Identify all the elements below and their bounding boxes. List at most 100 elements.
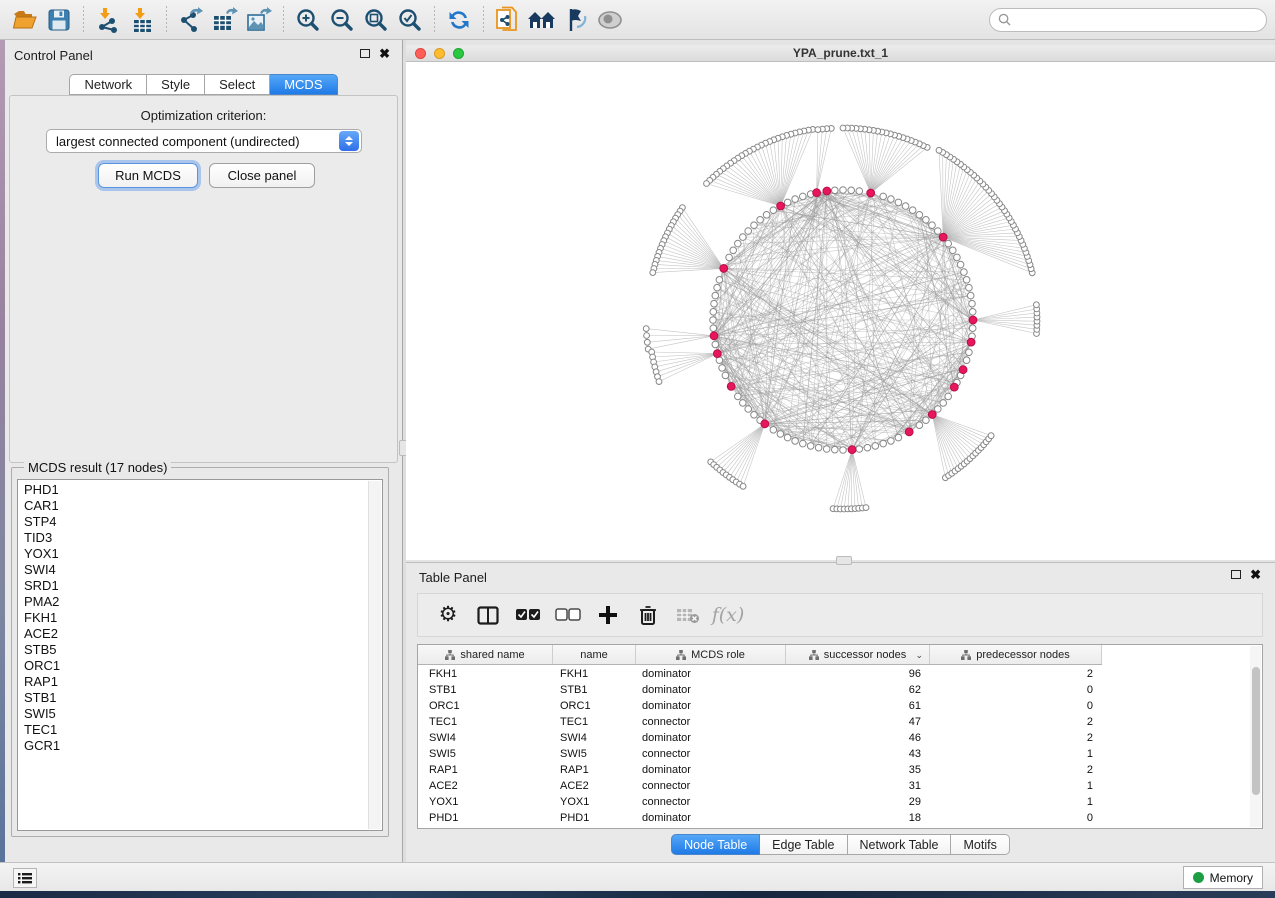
network-node[interactable] xyxy=(923,417,930,424)
network-node[interactable] xyxy=(1034,302,1040,308)
mcds-result-item[interactable]: PMA2 xyxy=(18,594,368,610)
mcds-result-item[interactable]: SWI4 xyxy=(18,562,368,578)
tab-network[interactable]: Network xyxy=(69,74,147,95)
network-node[interactable] xyxy=(832,446,839,453)
column-header-predecessor-nodes[interactable]: predecessor nodes xyxy=(930,645,1102,664)
network-node[interactable] xyxy=(895,434,902,441)
network-node[interactable] xyxy=(923,217,930,224)
mcds-node[interactable] xyxy=(905,428,913,436)
flag-button[interactable] xyxy=(559,4,593,36)
network-node[interactable] xyxy=(710,325,717,332)
network-node[interactable] xyxy=(864,444,871,451)
function-builder-button[interactable]: f(x) xyxy=(708,597,748,633)
network-node[interactable] xyxy=(784,434,791,441)
network-node[interactable] xyxy=(777,431,784,438)
network-node[interactable] xyxy=(832,187,839,194)
network-node[interactable] xyxy=(722,372,729,379)
network-node[interactable] xyxy=(711,300,718,307)
zoom-out-button[interactable] xyxy=(325,4,359,36)
network-node[interactable] xyxy=(950,247,957,254)
mcds-result-item[interactable]: TID3 xyxy=(18,530,368,546)
network-node[interactable] xyxy=(888,196,895,203)
gear-button[interactable]: ⚙ xyxy=(428,597,468,633)
delete-button[interactable] xyxy=(628,597,668,633)
table-row[interactable]: ACE2ACE2connector311 xyxy=(418,778,1102,794)
zoom-fit-button[interactable] xyxy=(359,4,393,36)
network-node[interactable] xyxy=(770,427,777,434)
search-input[interactable] xyxy=(1016,13,1258,27)
table-row[interactable]: FKH1FKH1dominator962 xyxy=(418,666,1102,682)
import-network-button[interactable] xyxy=(91,4,125,36)
network-node[interactable] xyxy=(909,207,916,214)
table-row[interactable]: STB1STB1dominator620 xyxy=(418,682,1102,698)
network-node[interactable] xyxy=(954,254,961,261)
network-node[interactable] xyxy=(969,309,976,316)
network-node[interactable] xyxy=(815,127,821,133)
network-node[interactable] xyxy=(966,349,973,356)
mcds-result-item[interactable]: STB1 xyxy=(18,690,368,706)
select-all-button[interactable] xyxy=(508,597,548,633)
column-header-shared-name[interactable]: shared name xyxy=(418,645,553,664)
mcds-node[interactable] xyxy=(761,420,769,428)
network-node[interactable] xyxy=(751,412,758,419)
mcds-result-item[interactable]: RAP1 xyxy=(18,674,368,690)
delete-table-button[interactable] xyxy=(668,597,708,633)
mcds-node[interactable] xyxy=(777,202,785,210)
tab-edge-table[interactable]: Edge Table xyxy=(760,834,847,855)
mcds-result-scrollbar[interactable] xyxy=(368,481,381,829)
close-panel-icon[interactable]: ✖ xyxy=(1250,570,1261,579)
network-node[interactable] xyxy=(792,438,799,445)
network-node[interactable] xyxy=(895,199,902,206)
panel-menu-button[interactable] xyxy=(13,868,37,888)
mcds-result-list[interactable]: PHD1CAR1STP4TID3YOX1SWI4SRD1PMA2FKH1ACE2… xyxy=(17,479,383,831)
network-node[interactable] xyxy=(740,400,747,407)
export-table-button[interactable] xyxy=(208,4,242,36)
network-node[interactable] xyxy=(957,261,964,268)
export-network-button[interactable] xyxy=(174,4,208,36)
network-node[interactable] xyxy=(967,292,974,299)
network-node[interactable] xyxy=(840,447,847,454)
network-node[interactable] xyxy=(745,228,752,235)
mcds-node[interactable] xyxy=(848,446,856,454)
network-node[interactable] xyxy=(650,270,656,276)
network-node[interactable] xyxy=(792,196,799,203)
network-node[interactable] xyxy=(945,240,952,247)
tab-mcds[interactable]: MCDS xyxy=(270,74,337,95)
refresh-button[interactable] xyxy=(442,4,476,36)
network-node[interactable] xyxy=(710,317,717,324)
network-node[interactable] xyxy=(856,188,863,195)
table-row[interactable]: ORC1ORC1dominator610 xyxy=(418,698,1102,714)
network-node[interactable] xyxy=(963,357,970,364)
mcds-result-item[interactable]: YOX1 xyxy=(18,546,368,562)
close-panel-button[interactable]: Close panel xyxy=(209,163,315,188)
mcds-node[interactable] xyxy=(823,187,831,195)
network-node[interactable] xyxy=(936,147,942,153)
mcds-result-item[interactable]: STB5 xyxy=(18,642,368,658)
zoom-in-button[interactable] xyxy=(291,4,325,36)
network-node[interactable] xyxy=(712,292,719,299)
mcds-node[interactable] xyxy=(710,332,718,340)
network-node[interactable] xyxy=(784,199,791,206)
table-row[interactable]: PHD1PHD1dominator180 xyxy=(418,810,1102,826)
mcds-result-item[interactable]: CAR1 xyxy=(18,498,368,514)
network-node[interactable] xyxy=(719,365,726,372)
table-row[interactable]: RAP1RAP1dominator352 xyxy=(418,762,1102,778)
network-node[interactable] xyxy=(726,254,733,261)
network-node[interactable] xyxy=(945,393,952,400)
network-node[interactable] xyxy=(807,443,814,450)
table-scrollbar[interactable] xyxy=(1250,646,1261,827)
network-node[interactable] xyxy=(966,284,973,291)
network-node[interactable] xyxy=(704,181,710,187)
network-node[interactable] xyxy=(840,125,846,131)
network-node[interactable] xyxy=(969,300,976,307)
mcds-node[interactable] xyxy=(867,189,875,197)
tab-select[interactable]: Select xyxy=(205,74,270,95)
network-node[interactable] xyxy=(716,277,723,284)
network-node[interactable] xyxy=(815,444,822,451)
mcds-result-item[interactable]: PHD1 xyxy=(18,482,368,498)
mcds-node[interactable] xyxy=(727,383,735,391)
show-columns-button[interactable] xyxy=(468,597,508,633)
run-mcds-button[interactable]: Run MCDS xyxy=(98,163,198,188)
column-header-successor-nodes[interactable]: successor nodes⌄ xyxy=(786,645,930,664)
network-node[interactable] xyxy=(770,207,777,214)
